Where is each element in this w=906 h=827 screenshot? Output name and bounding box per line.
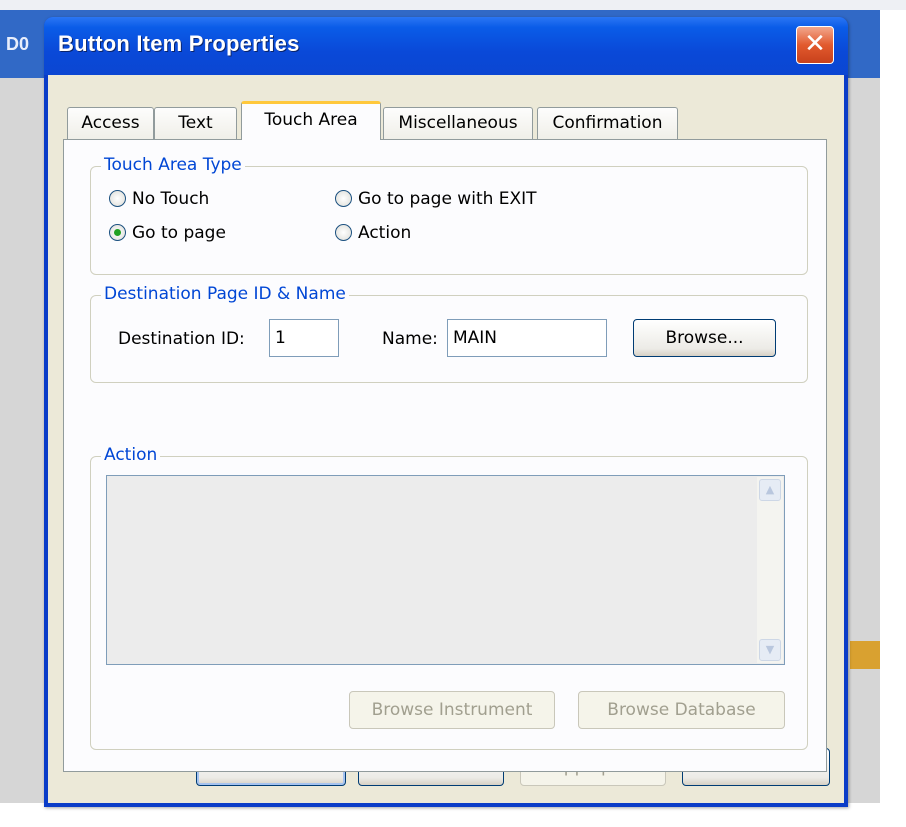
touch-area-type-legend: Touch Area Type <box>101 154 245 176</box>
background-top-strip <box>0 0 906 10</box>
radio-label: No Touch <box>132 189 210 209</box>
scroll-up-icon[interactable]: ▲ <box>759 479 781 501</box>
action-legend: Action <box>101 444 161 466</box>
name-label: Name: <box>382 329 438 349</box>
scroll-down-icon[interactable]: ▼ <box>759 639 781 661</box>
radio-go-to-page-with-exit[interactable]: Go to page with EXIT <box>335 188 537 210</box>
action-scrollbar[interactable]: ▲ ▼ <box>757 477 783 663</box>
radio-label: Go to page with EXIT <box>358 189 537 209</box>
touch-area-type-group: Touch Area Type No Touch Go to page with… <box>90 154 808 275</box>
destination-id-field[interactable]: 1 <box>269 319 339 357</box>
dialog-titlebar[interactable]: Button Item Properties ✕ <box>44 17 848 75</box>
tab-access[interactable]: Access <box>67 107 154 139</box>
radio-label: Go to page <box>132 223 226 243</box>
tab-text[interactable]: Text <box>154 107 237 139</box>
browse-instrument-button[interactable]: Browse Instrument <box>349 691 555 729</box>
browse-database-button[interactable]: Browse Database <box>578 691 785 729</box>
dialog-title: Button Item Properties <box>58 31 300 56</box>
button-item-properties-dialog: Button Item Properties ✕ Access Text Tou… <box>44 17 848 807</box>
action-textarea[interactable]: ▲ ▼ <box>106 475 785 665</box>
radio-action[interactable]: Action <box>335 222 411 244</box>
radio-indicator <box>335 224 352 241</box>
dialog-client-area: Access Text Touch Area Miscellaneous Con… <box>48 75 844 803</box>
destination-group: Destination Page ID & Name Destination I… <box>90 283 808 383</box>
destination-legend: Destination Page ID & Name <box>101 283 349 305</box>
radio-indicator <box>335 190 352 207</box>
browse-button[interactable]: Browse... <box>633 319 776 357</box>
radio-indicator-checked <box>109 224 126 241</box>
radio-indicator <box>109 190 126 207</box>
close-icon[interactable]: ✕ <box>796 26 834 64</box>
name-field[interactable]: MAIN <box>447 319 607 357</box>
radio-go-to-page[interactable]: Go to page <box>109 222 226 244</box>
radio-label: Action <box>358 223 412 243</box>
tab-confirmation[interactable]: Confirmation <box>537 107 678 139</box>
tab-touch-area[interactable]: Touch Area <box>241 101 381 140</box>
radio-no-touch[interactable]: No Touch <box>109 188 209 210</box>
background-orange-marker <box>850 641 880 669</box>
background-title-fragment: D0 <box>6 34 30 54</box>
touch-area-panel: Touch Area Type No Touch Go to page with… <box>63 139 827 772</box>
action-group: Action ▲ ▼ Browse Instrument Browse Data… <box>90 444 808 750</box>
tab-miscellaneous[interactable]: Miscellaneous <box>383 107 533 139</box>
destination-id-label: Destination ID: <box>118 329 245 349</box>
